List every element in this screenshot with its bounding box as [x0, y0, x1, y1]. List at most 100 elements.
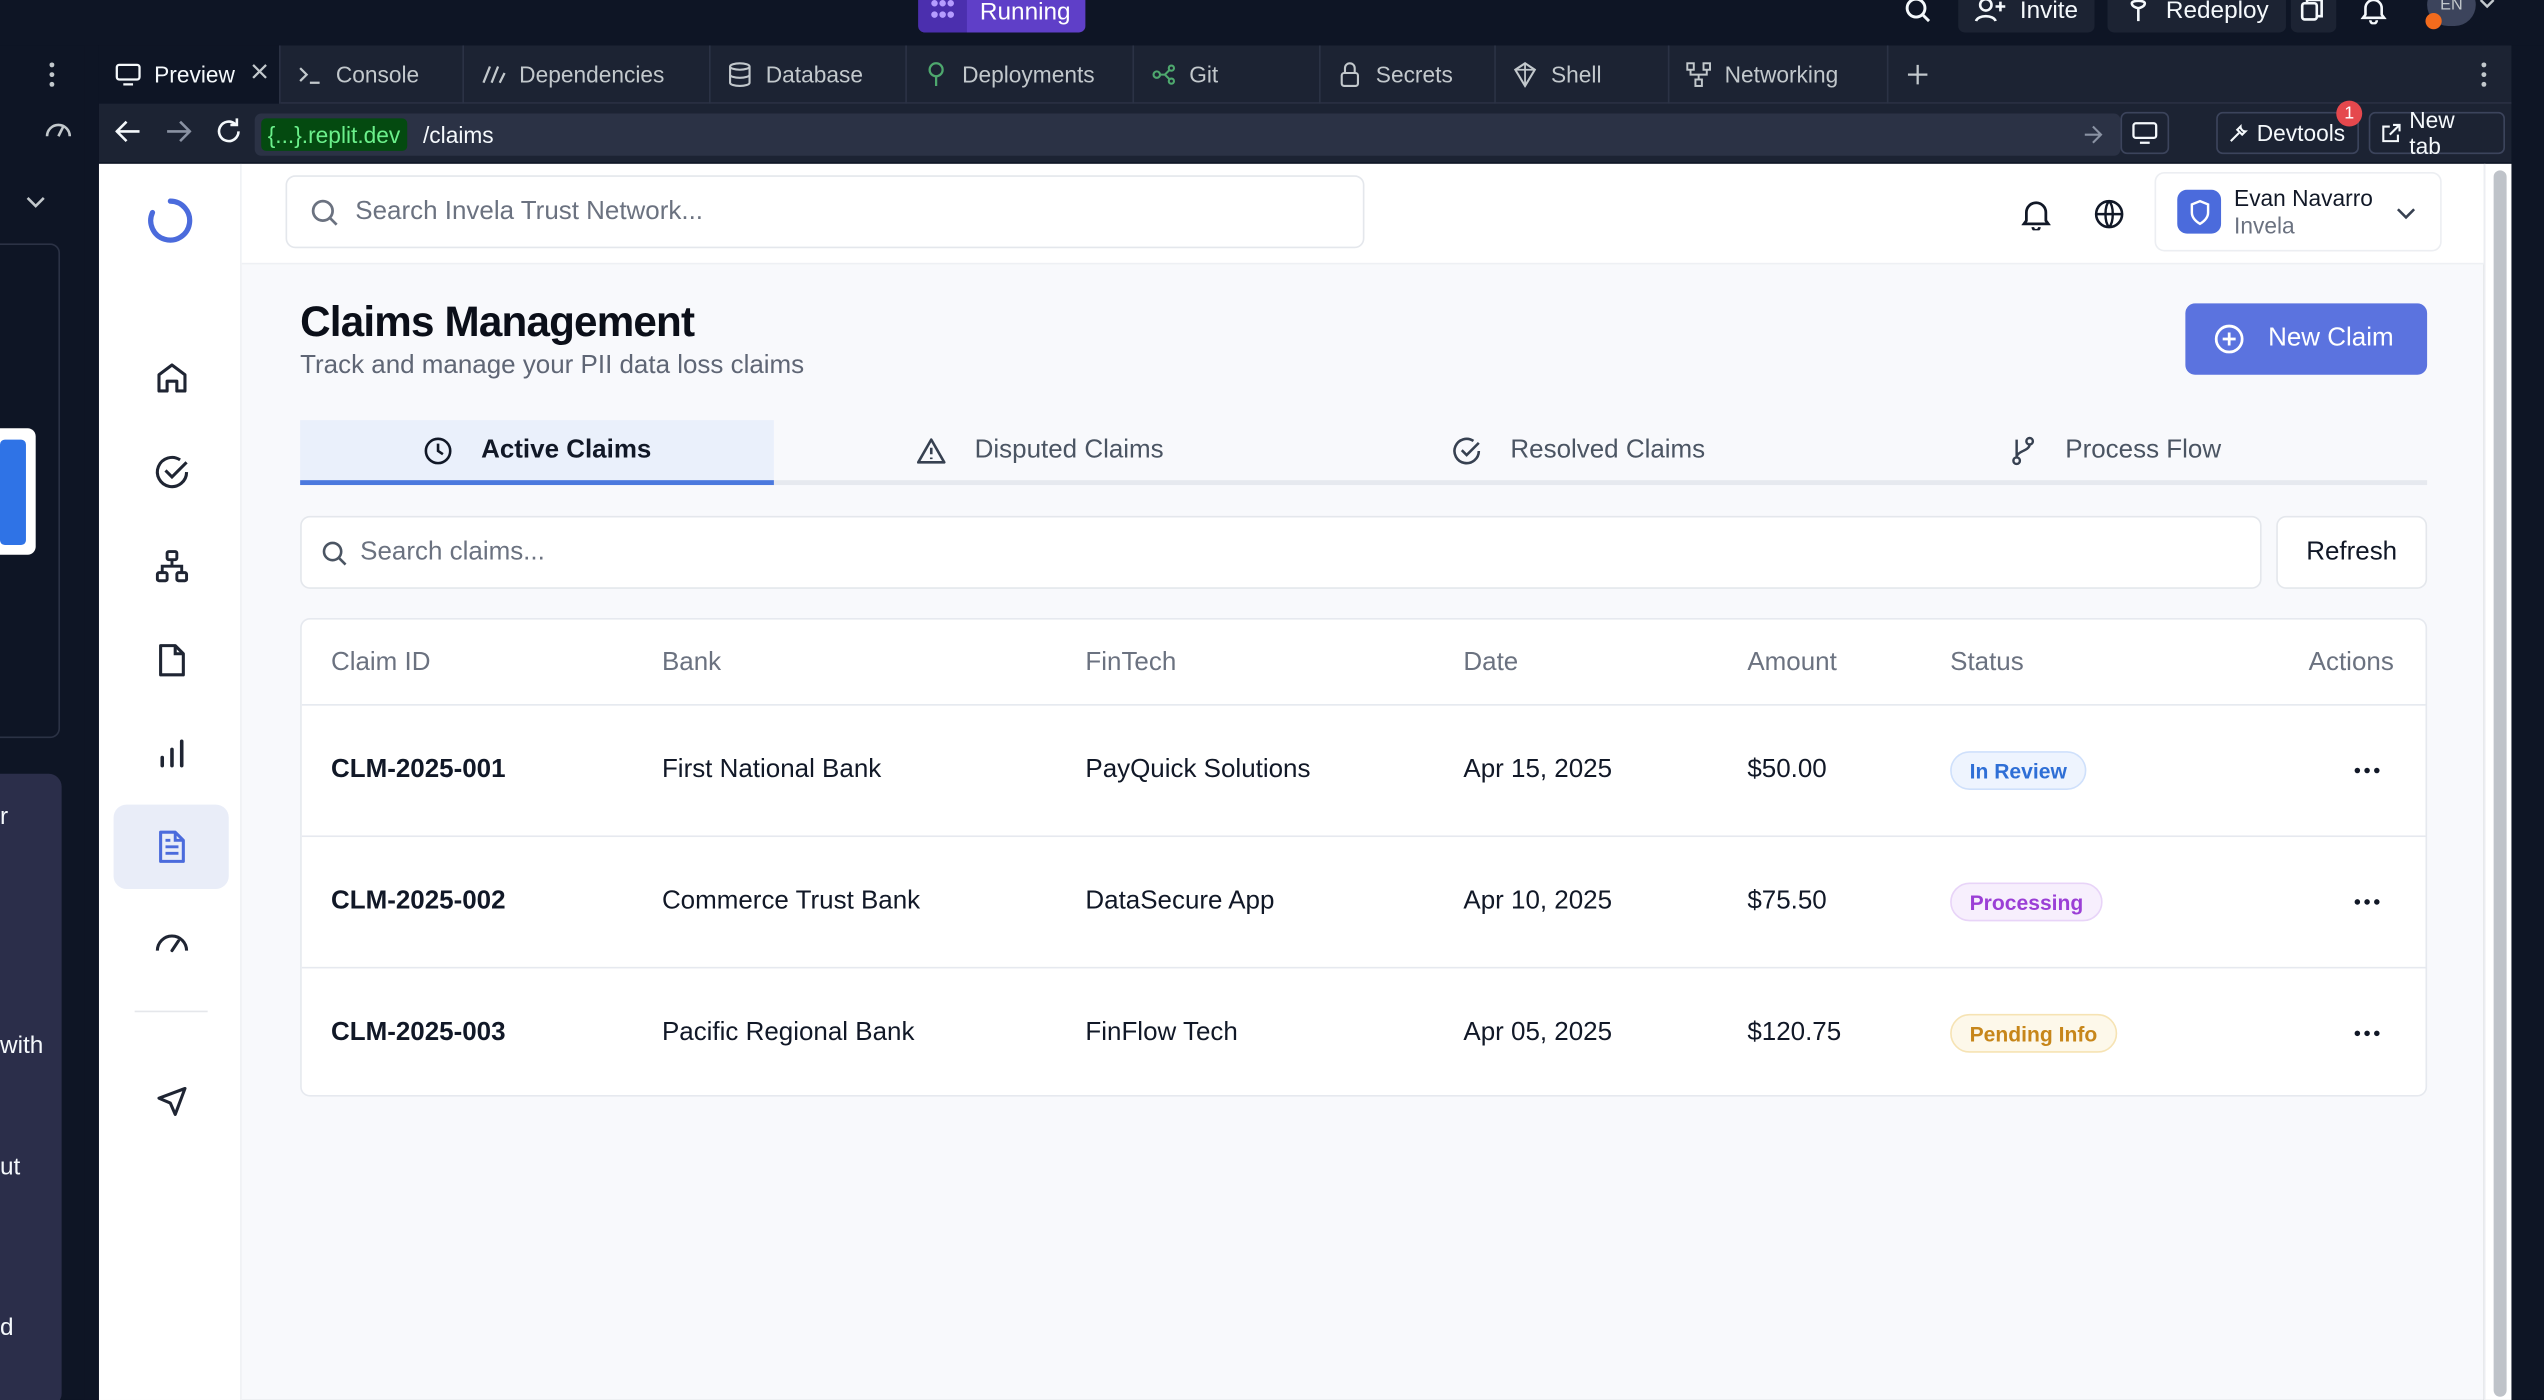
fintech-name: FinFlow Tech: [1085, 1018, 1238, 1047]
check-circle-icon: [153, 454, 189, 490]
column-header: Claim ID: [330, 648, 431, 677]
search-input[interactable]: [355, 197, 1329, 227]
user-menu[interactable]: Evan Navarro Invela: [2154, 171, 2442, 252]
sidebar-item-insights[interactable]: [114, 711, 229, 795]
sidebar-item-performance[interactable]: [114, 899, 229, 983]
more-horizontal-icon[interactable]: [2349, 886, 2385, 918]
column-header: Status: [1950, 648, 2024, 677]
tab-preview[interactable]: Preview: [98, 45, 281, 104]
workspace-edge: [2511, 45, 2544, 1400]
monitor-icon: [115, 62, 141, 88]
devtools-button[interactable]: Devtools 1: [2216, 100, 2363, 155]
new-tab-button[interactable]: New tab: [2368, 107, 2505, 159]
url-field[interactable]: {...}.replit.dev /claims: [254, 113, 2121, 156]
invite-button[interactable]: Invite: [1958, 0, 2095, 33]
status-badge: In Review: [1950, 751, 2087, 791]
scrollbar-thumb[interactable]: [2493, 170, 2507, 1397]
reload-icon[interactable]: [214, 117, 243, 146]
device-preview-button[interactable]: [2120, 111, 2170, 155]
language-badge: EN: [2440, 0, 2463, 14]
bank-name: Commerce Trust Bank: [661, 887, 921, 915]
app-preview: Evan Navarro Invela Claims Management Tr…: [98, 163, 2484, 1400]
page-subtitle: Track and manage your PII data loss clai…: [300, 352, 805, 380]
clock-icon: [423, 436, 452, 465]
bell-icon[interactable]: [2356, 0, 2392, 26]
fintech-name: PayQuick Solutions: [1085, 755, 1311, 784]
tab-console[interactable]: Console: [281, 45, 465, 104]
tab-label: Process Flow: [2065, 436, 2222, 464]
chevron-down-icon[interactable]: [26, 196, 45, 209]
gauge-icon: [153, 926, 189, 955]
table-row[interactable]: CLM-2025-002 Commerce Trust Bank DataSec…: [301, 837, 2426, 969]
status-dot: [2425, 12, 2442, 30]
redeploy-button[interactable]: Redeploy: [2107, 0, 2286, 33]
home-icon: [153, 360, 189, 396]
tab-dependencies[interactable]: Dependencies: [464, 45, 711, 104]
search-icon: [321, 539, 347, 565]
forward-icon[interactable]: [165, 120, 192, 143]
more-horizontal-icon[interactable]: [2349, 1017, 2385, 1049]
globe-icon[interactable]: [2093, 198, 2125, 230]
claims-search-input[interactable]: [360, 537, 2145, 567]
tab-label: Shell: [1551, 61, 1602, 88]
sidebar-item-home[interactable]: [114, 336, 229, 420]
more-vertical-icon[interactable]: [47, 62, 57, 88]
table-row[interactable]: CLM-2025-001 First National Bank PayQuic…: [301, 706, 2426, 838]
gauge-icon[interactable]: [44, 117, 73, 140]
refresh-button[interactable]: Refresh: [2276, 515, 2428, 589]
claim-date: Apr 05, 2025: [1463, 1018, 1613, 1047]
preview-scrollbar[interactable]: [2483, 163, 2512, 1400]
claims-search[interactable]: [300, 515, 2262, 589]
tab-secrets[interactable]: Secrets: [1321, 45, 1496, 104]
tab-active-claims[interactable]: Active Claims: [300, 420, 774, 486]
new-claim-label: New Claim: [2268, 324, 2394, 353]
sidebar-item-tasks[interactable]: [114, 430, 229, 514]
run-status-button[interactable]: Running: [918, 0, 1086, 33]
window-toggle-button[interactable]: [2290, 0, 2337, 33]
tab-networking[interactable]: Networking: [1669, 45, 1889, 104]
tab-database[interactable]: Database: [711, 45, 907, 104]
bell-icon[interactable]: [2021, 198, 2051, 231]
more-vertical-icon[interactable]: [2479, 62, 2489, 88]
new-claim-button[interactable]: New Claim: [2185, 303, 2428, 375]
logo-icon[interactable]: [148, 198, 193, 243]
status-badge: Processing: [1950, 882, 2103, 922]
search-icon[interactable]: [1900, 0, 1936, 26]
tab-shell[interactable]: Shell: [1496, 45, 1670, 104]
tab-disputed-claims[interactable]: Disputed Claims: [832, 420, 1247, 482]
global-search[interactable]: [285, 175, 1365, 249]
sidebar-item-documents[interactable]: [114, 618, 229, 702]
tab-resolved-claims[interactable]: Resolved Claims: [1363, 420, 1795, 482]
bank-name: First National Bank: [661, 755, 882, 784]
tab-git[interactable]: Git: [1134, 45, 1321, 104]
claims-page: Claims Management Track and manage your …: [300, 264, 2428, 1400]
database-icon: [727, 62, 753, 88]
lock-icon: [1337, 62, 1363, 88]
column-header: Date: [1463, 648, 1519, 677]
file-text-icon: [155, 829, 187, 865]
more-horizontal-icon[interactable]: [2349, 754, 2385, 786]
go-arrow-icon[interactable]: [2083, 125, 2103, 144]
sidebar-item-playground[interactable]: [114, 1059, 229, 1143]
deploy-icon: [923, 62, 949, 88]
thumbnail-image: [0, 439, 26, 546]
tab-label: Dependencies: [519, 61, 665, 88]
tab-process-flow[interactable]: Process Flow: [1923, 420, 2309, 482]
tab-deployments[interactable]: Deployments: [907, 45, 1135, 104]
panel-text-fragment: r: [0, 802, 9, 831]
back-icon[interactable]: [115, 120, 141, 143]
git-icon: [1150, 62, 1176, 88]
tab-label: Networking: [1724, 61, 1839, 88]
add-tab-icon[interactable]: [1906, 63, 1929, 86]
sidebar-item-claims[interactable]: [113, 804, 229, 889]
invite-label: Invite: [2019, 0, 2079, 24]
chevron-down-icon[interactable]: [2479, 0, 2495, 10]
panel-text-fragment: ut: [0, 1153, 21, 1181]
sidebar-item-network[interactable]: [114, 524, 229, 608]
claim-amount: $120.75: [1747, 1018, 1842, 1047]
shield-icon: [2177, 189, 2222, 234]
page-title: Claims Management: [300, 296, 695, 346]
table-row[interactable]: CLM-2025-003 Pacific Regional Bank FinFl…: [302, 968, 2426, 1095]
close-icon[interactable]: [250, 62, 269, 81]
claim-id: CLM-2025-002: [330, 887, 506, 915]
